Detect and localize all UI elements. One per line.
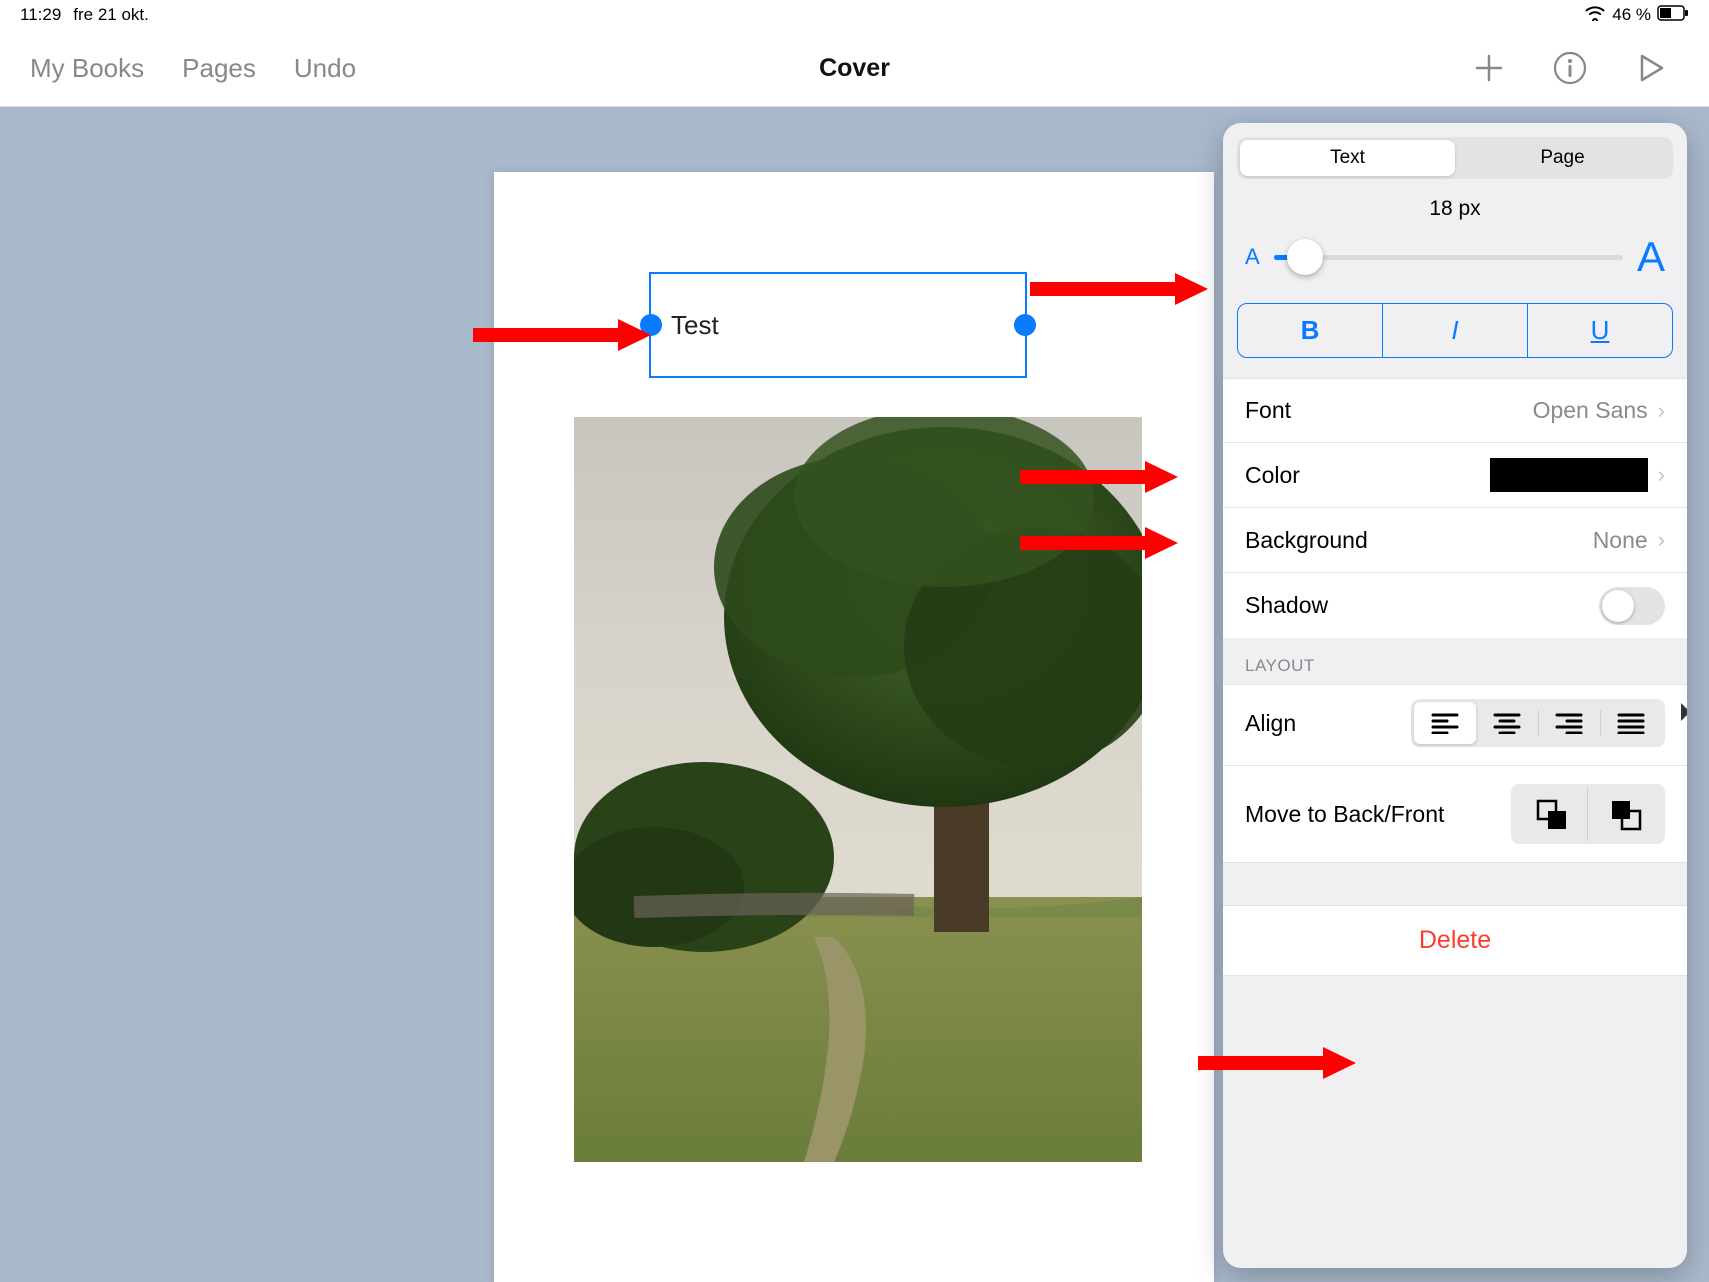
play-icon[interactable] (1633, 50, 1669, 86)
nav-pages[interactable]: Pages (182, 53, 256, 84)
underline-button[interactable]: U (1528, 304, 1672, 357)
font-size-slider[interactable] (1274, 255, 1623, 260)
chevron-right-icon: › (1658, 462, 1665, 488)
status-date: fre 21 okt. (73, 5, 149, 25)
annotation-arrow (1030, 269, 1210, 309)
popover-arrow-icon (1587, 123, 1619, 125)
font-size-label: 18 px (1223, 191, 1687, 225)
align-label: Align (1245, 710, 1296, 737)
wifi-icon (1584, 5, 1606, 26)
color-row[interactable]: Color › (1223, 443, 1687, 508)
background-value: None (1593, 527, 1648, 554)
align-right-button[interactable] (1538, 702, 1600, 744)
font-size-large-icon: A (1637, 233, 1665, 281)
move-label: Move to Back/Front (1245, 801, 1444, 828)
chevron-right-icon: › (1658, 398, 1665, 424)
status-bar: 11:29 fre 21 okt. 46 % (0, 0, 1709, 30)
slider-thumb[interactable] (1287, 239, 1323, 275)
move-row: Move to Back/Front (1223, 766, 1687, 863)
annotation-arrow (1020, 457, 1180, 497)
battery-icon (1657, 5, 1689, 26)
background-label: Background (1245, 527, 1368, 554)
color-label: Color (1245, 462, 1300, 489)
shadow-toggle[interactable] (1599, 587, 1665, 625)
bold-button[interactable]: B (1238, 304, 1383, 357)
chevron-right-icon: › (1658, 527, 1665, 553)
nav-my-books[interactable]: My Books (30, 53, 144, 84)
font-value: Open Sans (1533, 397, 1648, 424)
info-icon[interactable] (1552, 50, 1588, 86)
font-row[interactable]: Font Open Sans › (1223, 378, 1687, 443)
align-row: Align (1223, 684, 1687, 766)
annotation-arrow (1198, 1043, 1358, 1083)
annotation-arrow (473, 315, 653, 355)
delete-button[interactable]: Delete (1223, 905, 1687, 976)
shadow-row: Shadow (1223, 573, 1687, 638)
delete-label: Delete (1419, 926, 1491, 954)
annotation-arrow (1020, 523, 1180, 563)
canvas[interactable]: Test (0, 107, 1709, 1282)
selected-textbox[interactable]: Test (649, 272, 1027, 378)
move-to-back-button[interactable] (1514, 787, 1588, 841)
page-title: Cover (819, 54, 890, 83)
add-icon[interactable] (1471, 50, 1507, 86)
tab-text[interactable]: Text (1240, 140, 1455, 176)
inspector-popover: Text Page 18 px A A B I U Font Open Sans… (1223, 123, 1687, 1268)
resize-handle-right[interactable] (1014, 314, 1036, 336)
layout-header: LAYOUT (1223, 638, 1687, 684)
text-style-group: B I U (1237, 303, 1673, 358)
font-label: Font (1245, 397, 1291, 424)
battery-percent: 46 % (1612, 5, 1651, 25)
italic-button[interactable]: I (1383, 304, 1528, 357)
tab-page[interactable]: Page (1455, 140, 1670, 176)
align-left-button[interactable] (1414, 702, 1476, 744)
align-center-button[interactable] (1476, 702, 1538, 744)
shadow-label: Shadow (1245, 592, 1328, 619)
nav-undo[interactable]: Undo (294, 53, 356, 84)
font-size-small-icon: A (1245, 244, 1260, 270)
status-time: 11:29 (20, 5, 61, 25)
inspector-tabs: Text Page (1237, 137, 1673, 179)
toolbar: My Books Pages Undo Cover (0, 30, 1709, 107)
align-justify-button[interactable] (1600, 702, 1662, 744)
color-swatch (1490, 458, 1648, 492)
background-row[interactable]: Background None › (1223, 508, 1687, 573)
move-to-front-button[interactable] (1588, 787, 1662, 841)
overflow-arrow-icon (1681, 703, 1687, 721)
textbox-content: Test (671, 310, 719, 341)
